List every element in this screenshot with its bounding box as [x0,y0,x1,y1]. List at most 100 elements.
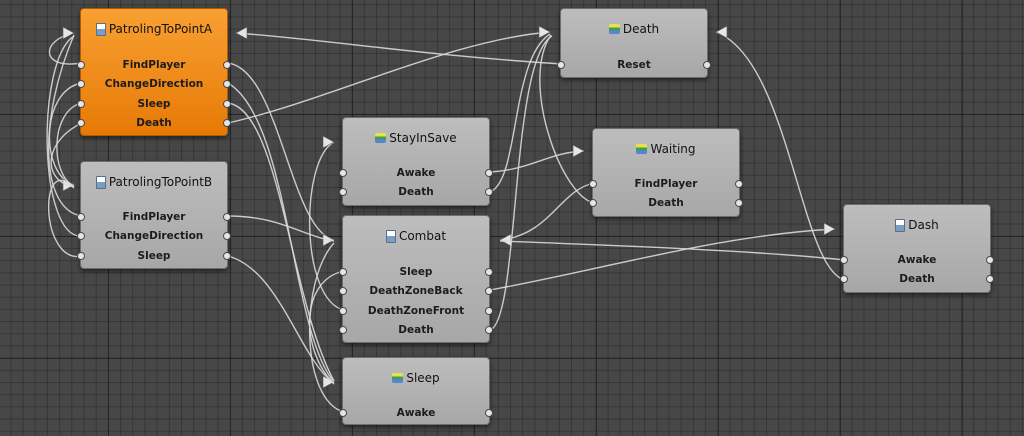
output-change-direction[interactable]: ChangeDirection [77,75,231,95]
input-port[interactable] [339,326,347,335]
input-port[interactable] [339,168,347,177]
output-port[interactable] [223,60,231,69]
node-patroling-to-point-a[interactable]: PatrolingToPointA FindPlayer ChangeDirec… [77,8,231,136]
node-patroling-to-point-b[interactable]: PatrolingToPointB FindPlayer ChangeDirec… [77,161,231,269]
output-port[interactable] [485,326,493,335]
input-port[interactable] [77,232,85,241]
input-port[interactable] [77,119,85,128]
output-port[interactable] [223,212,231,221]
output-port[interactable] [223,232,231,241]
state-icon [636,144,648,154]
output-death[interactable]: Death [77,114,231,134]
output-death-zone-front[interactable]: DeathZoneFront [339,301,493,321]
output-port[interactable] [485,168,493,177]
output-death[interactable]: Death [840,270,994,290]
transition-arrow [62,178,75,192]
transition-arrow [322,135,335,149]
input-port[interactable] [339,408,347,417]
output-find-player[interactable]: FindPlayer [77,207,231,227]
output-port[interactable] [223,80,231,89]
output-port[interactable] [485,408,493,417]
input-port[interactable] [557,60,565,69]
transition-wire [235,32,563,65]
state-icon [392,373,404,383]
state-machine-icon [895,218,906,232]
output-awake[interactable]: Awake [840,250,994,270]
node-death[interactable]: Death Reset [557,8,711,78]
output-port[interactable] [703,60,711,69]
transition-wire [489,33,551,193]
node-title: Death [622,22,660,36]
transition-wire [227,215,335,242]
input-port[interactable] [77,212,85,221]
transition-arrow [499,233,512,247]
output-sleep[interactable]: Sleep [339,262,493,282]
input-port[interactable] [77,80,85,89]
output-find-player[interactable]: FindPlayer [77,55,231,75]
output-awake[interactable]: Awake [339,403,493,423]
input-port[interactable] [339,287,347,296]
input-port[interactable] [339,188,347,197]
node-title: Waiting [650,142,696,156]
transition-wire [227,31,551,124]
output-port[interactable] [485,287,493,296]
output-reset[interactable]: Reset [557,55,711,75]
transition-wire [56,102,83,187]
transition-arrow [322,233,335,247]
output-port[interactable] [223,251,231,260]
output-change-direction[interactable]: ChangeDirection [77,227,231,247]
state-machine-icon [95,175,106,189]
transition-arrow [572,144,585,158]
output-find-player[interactable]: FindPlayer [589,174,743,194]
node-title: Sleep [406,371,440,385]
input-port[interactable] [77,99,85,108]
output-sleep[interactable]: Sleep [77,94,231,114]
output-death[interactable]: Death [339,183,493,203]
output-port[interactable] [223,119,231,128]
node-combat[interactable]: Combat Sleep DeathZoneBack DeathZoneFron… [339,215,493,343]
transition-wire [489,228,836,291]
transition-wire [227,82,335,383]
transition-wire [489,150,585,173]
state-machine-icon [385,229,396,243]
transition-arrow [235,26,248,40]
node-title: PatrolingToPointB [108,175,213,189]
node-stay-in-save[interactable]: StayInSave Awake Death [339,117,493,206]
output-death[interactable]: Death [589,194,743,214]
transition-wire [489,35,553,331]
output-port[interactable] [223,99,231,108]
input-port[interactable] [589,199,597,208]
node-title: Dash [908,218,939,232]
input-port[interactable] [339,267,347,276]
output-port[interactable] [735,179,743,188]
output-port[interactable] [485,267,493,276]
input-port[interactable] [840,275,848,284]
transition-arrow [538,25,551,39]
transition-wire [499,240,846,261]
transition-wire [227,102,335,382]
transition-arrow [322,375,335,389]
output-port[interactable] [986,255,994,264]
node-waiting[interactable]: Waiting FindPlayer Death [589,128,743,217]
output-death-zone-back[interactable]: DeathZoneBack [339,282,493,302]
output-port[interactable] [485,188,493,197]
node-title: Combat [398,229,447,243]
input-port[interactable] [339,306,347,315]
transition-arrow [823,222,836,236]
transition-arrow [62,26,75,40]
input-port[interactable] [77,251,85,260]
output-sleep[interactable]: Sleep [77,246,231,266]
output-port[interactable] [735,199,743,208]
output-port[interactable] [485,306,493,315]
output-port[interactable] [986,275,994,284]
input-port[interactable] [840,255,848,264]
output-awake[interactable]: Awake [339,163,493,183]
node-sleep[interactable]: Sleep Awake [339,357,493,425]
output-death[interactable]: Death [339,321,493,341]
transition-wire [227,255,335,384]
node-title: PatrolingToPointA [108,22,213,36]
state-icon [375,133,387,143]
node-dash[interactable]: Dash Awake Death [840,204,994,293]
input-port[interactable] [77,60,85,69]
input-port[interactable] [589,179,597,188]
